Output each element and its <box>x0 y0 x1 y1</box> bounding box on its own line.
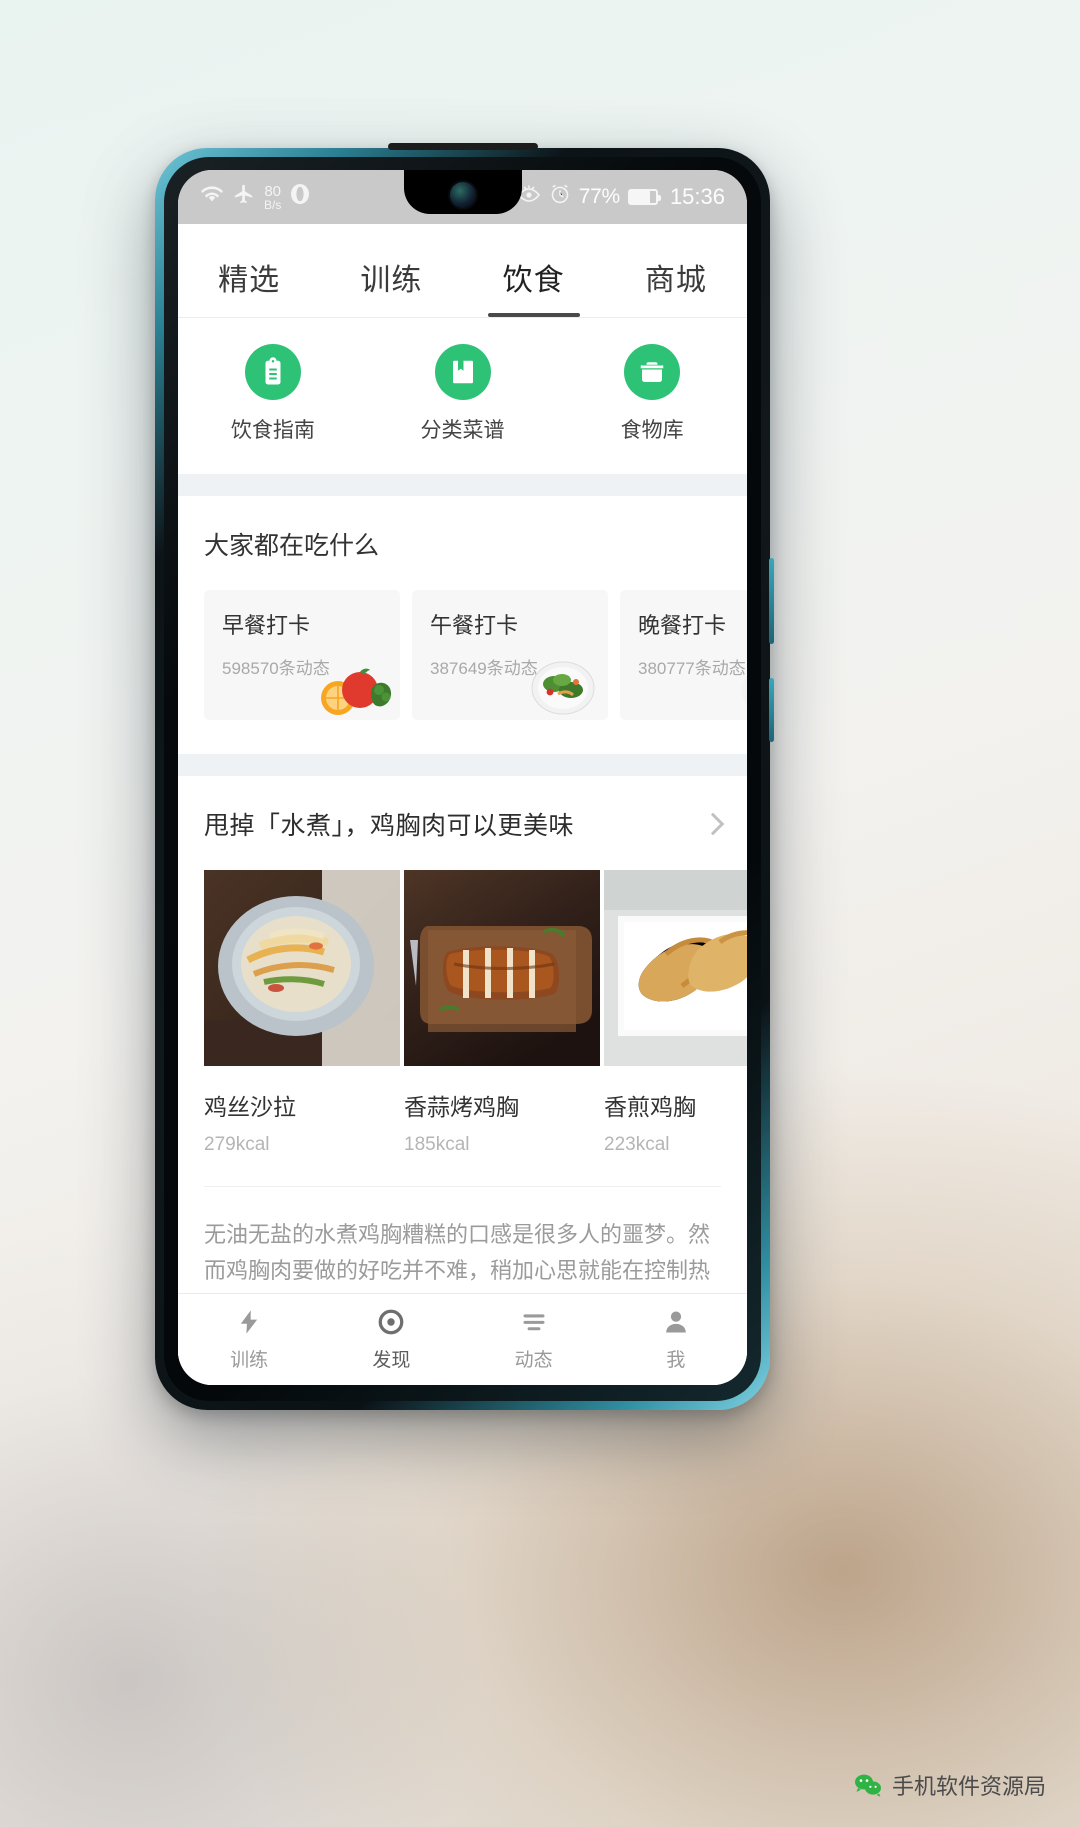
display-notch <box>403 170 522 214</box>
quick-action-row: 饮食指南 分类菜谱 食物库 <box>178 318 747 474</box>
compass-circle-icon <box>377 1307 405 1337</box>
phone-frame: 80 B/s 77% 15:36 精选 训练 饮食 商城 饮食指南 分类菜谱 食… <box>155 143 774 1410</box>
meal-card-lunch[interactable]: 午餐打卡 387649条动态 <box>412 590 608 720</box>
wechat-logo-icon <box>854 1774 881 1797</box>
dish-kcal: 279kcal <box>204 1134 270 1155</box>
tab-label: 训练 <box>360 264 423 297</box>
app-content: 精选 训练 饮食 商城 饮食指南 分类菜谱 食物库 大家都在吃什么 早餐打卡 5… <box>178 224 747 1385</box>
nav-item-label: 我 <box>666 1350 686 1371</box>
airplane-mode-icon <box>233 183 255 211</box>
section-divider <box>178 474 747 496</box>
recipe-section-title: 甩掉「水煮」，鸡胸肉可以更美味 <box>204 812 575 840</box>
dish-card-garlic-roast-chicken[interactable]: 香蒜烤鸡胸 185kcal <box>404 870 600 1156</box>
garlic-roast-chicken-breast-photo <box>404 870 600 1066</box>
watermark: 手机软件资源局 <box>854 1769 1046 1801</box>
recipe-section: 甩掉「水煮」，鸡胸肉可以更美味 鸡丝沙拉 279kcal 香蒜烤鸡胸 185kc… <box>178 776 747 1360</box>
meal-card-count: 380777条动态 <box>638 659 746 678</box>
meal-card-dinner[interactable]: 晚餐打卡 380777条动态 <box>620 590 747 720</box>
section-title: 大家都在吃什么 <box>204 532 380 560</box>
person-icon <box>662 1307 690 1337</box>
opera-icon <box>290 183 310 211</box>
network-speed-indicator: 80 B/s <box>264 184 281 211</box>
quick-action-label: 饮食指南 <box>230 419 315 442</box>
nav-item-training[interactable]: 训练 <box>178 1307 320 1372</box>
volume-button[interactable] <box>769 678 774 742</box>
dish-card-row: 鸡丝沙拉 279kcal 香蒜烤鸡胸 185kcal 香煎鸡胸 223kcal <box>178 870 747 1156</box>
dish-card-pan-fried-chicken[interactable]: 香煎鸡胸 223kcal <box>604 870 747 1156</box>
section-divider-2 <box>178 754 747 776</box>
food-container-icon <box>624 344 681 400</box>
feed-lines-icon <box>520 1307 548 1337</box>
power-button[interactable] <box>769 558 774 644</box>
status-bar-right: 77% 15:36 <box>517 183 725 211</box>
dish-card-chicken-salad[interactable]: 鸡丝沙拉 279kcal <box>204 870 400 1156</box>
status-bar-left: 80 B/s <box>200 183 310 211</box>
meal-card-row: 早餐打卡 598570条动态 午餐打卡 387649条动态 晚餐打卡 38077… <box>204 590 747 720</box>
tab-yinshi[interactable]: 饮食 <box>463 255 605 317</box>
clipboard-icon <box>244 344 301 400</box>
nav-item-label: 发现 <box>372 1350 411 1371</box>
battery-icon <box>627 189 661 205</box>
earpiece-speaker <box>387 143 538 150</box>
fruit-vegetable-thumb <box>321 668 392 715</box>
bottom-navigation-bar: 训练 发现 动态 我 <box>178 1293 747 1385</box>
dish-kcal: 185kcal <box>404 1134 470 1155</box>
dish-name: 香煎鸡胸 <box>604 1094 696 1120</box>
dish-kcal: 223kcal <box>604 1134 670 1155</box>
phone-screen: 80 B/s 77% 15:36 精选 训练 饮食 商城 饮食指南 分类菜谱 食… <box>178 170 747 1385</box>
nav-item-profile[interactable]: 我 <box>605 1307 747 1372</box>
nav-item-label: 动态 <box>514 1350 553 1371</box>
meal-card-title: 早餐打卡 <box>222 613 311 638</box>
tab-label: 精选 <box>218 264 281 297</box>
pan-fried-chicken-breast-photo <box>604 870 747 1066</box>
tab-shangcheng[interactable]: 商城 <box>605 255 747 317</box>
top-tab-bar: 精选 训练 饮食 商城 <box>178 224 747 318</box>
recipe-header[interactable]: 甩掉「水煮」，鸡胸肉可以更美味 <box>178 776 747 870</box>
tab-xunlian[interactable]: 训练 <box>320 255 462 317</box>
quick-action-label: 分类菜谱 <box>420 419 505 442</box>
everyone-eating-section: 大家都在吃什么 早餐打卡 598570条动态 午餐打卡 387649条动态 晚餐… <box>178 496 747 754</box>
watermark-text: 手机软件资源局 <box>891 1774 1046 1799</box>
phone-bezel: 80 B/s 77% 15:36 精选 训练 饮食 商城 饮食指南 分类菜谱 食… <box>164 143 761 1401</box>
quick-action-recipe-category[interactable]: 分类菜谱 <box>368 344 558 444</box>
nav-item-feed[interactable]: 动态 <box>463 1307 605 1372</box>
status-bar: 80 B/s 77% 15:36 <box>178 170 747 224</box>
dish-name: 香蒜烤鸡胸 <box>404 1094 519 1120</box>
shredded-chicken-salad-photo <box>204 870 400 1066</box>
lightning-icon <box>235 1307 263 1337</box>
dish-name: 鸡丝沙拉 <box>204 1094 296 1120</box>
chevron-right-icon[interactable] <box>701 812 725 836</box>
quick-action-diet-guide[interactable]: 饮食指南 <box>178 344 368 444</box>
dinner-thumb <box>741 675 747 705</box>
wifi-icon <box>200 184 224 210</box>
tab-label: 饮食 <box>502 264 565 297</box>
quick-action-label: 食物库 <box>620 419 684 442</box>
alarm-clock-icon <box>549 183 571 211</box>
book-icon <box>434 344 491 400</box>
meal-card-title: 晚餐打卡 <box>638 613 727 638</box>
network-speed-value: 80 <box>264 182 282 200</box>
tab-label: 商城 <box>644 264 707 297</box>
battery-percent-label: 77% <box>578 185 620 208</box>
network-speed-unit: B/s <box>264 197 282 212</box>
front-camera <box>449 182 476 208</box>
clock-label: 15:36 <box>669 184 725 209</box>
nav-item-discover[interactable]: 发现 <box>320 1307 462 1372</box>
quick-action-food-library[interactable]: 食物库 <box>557 344 747 444</box>
meal-card-title: 午餐打卡 <box>430 613 519 638</box>
meal-card-breakfast[interactable]: 早餐打卡 598570条动态 <box>204 590 400 720</box>
tab-jingxuan[interactable]: 精选 <box>178 255 320 317</box>
salad-bowl-thumb <box>531 661 595 715</box>
nav-item-label: 训练 <box>230 1350 269 1371</box>
